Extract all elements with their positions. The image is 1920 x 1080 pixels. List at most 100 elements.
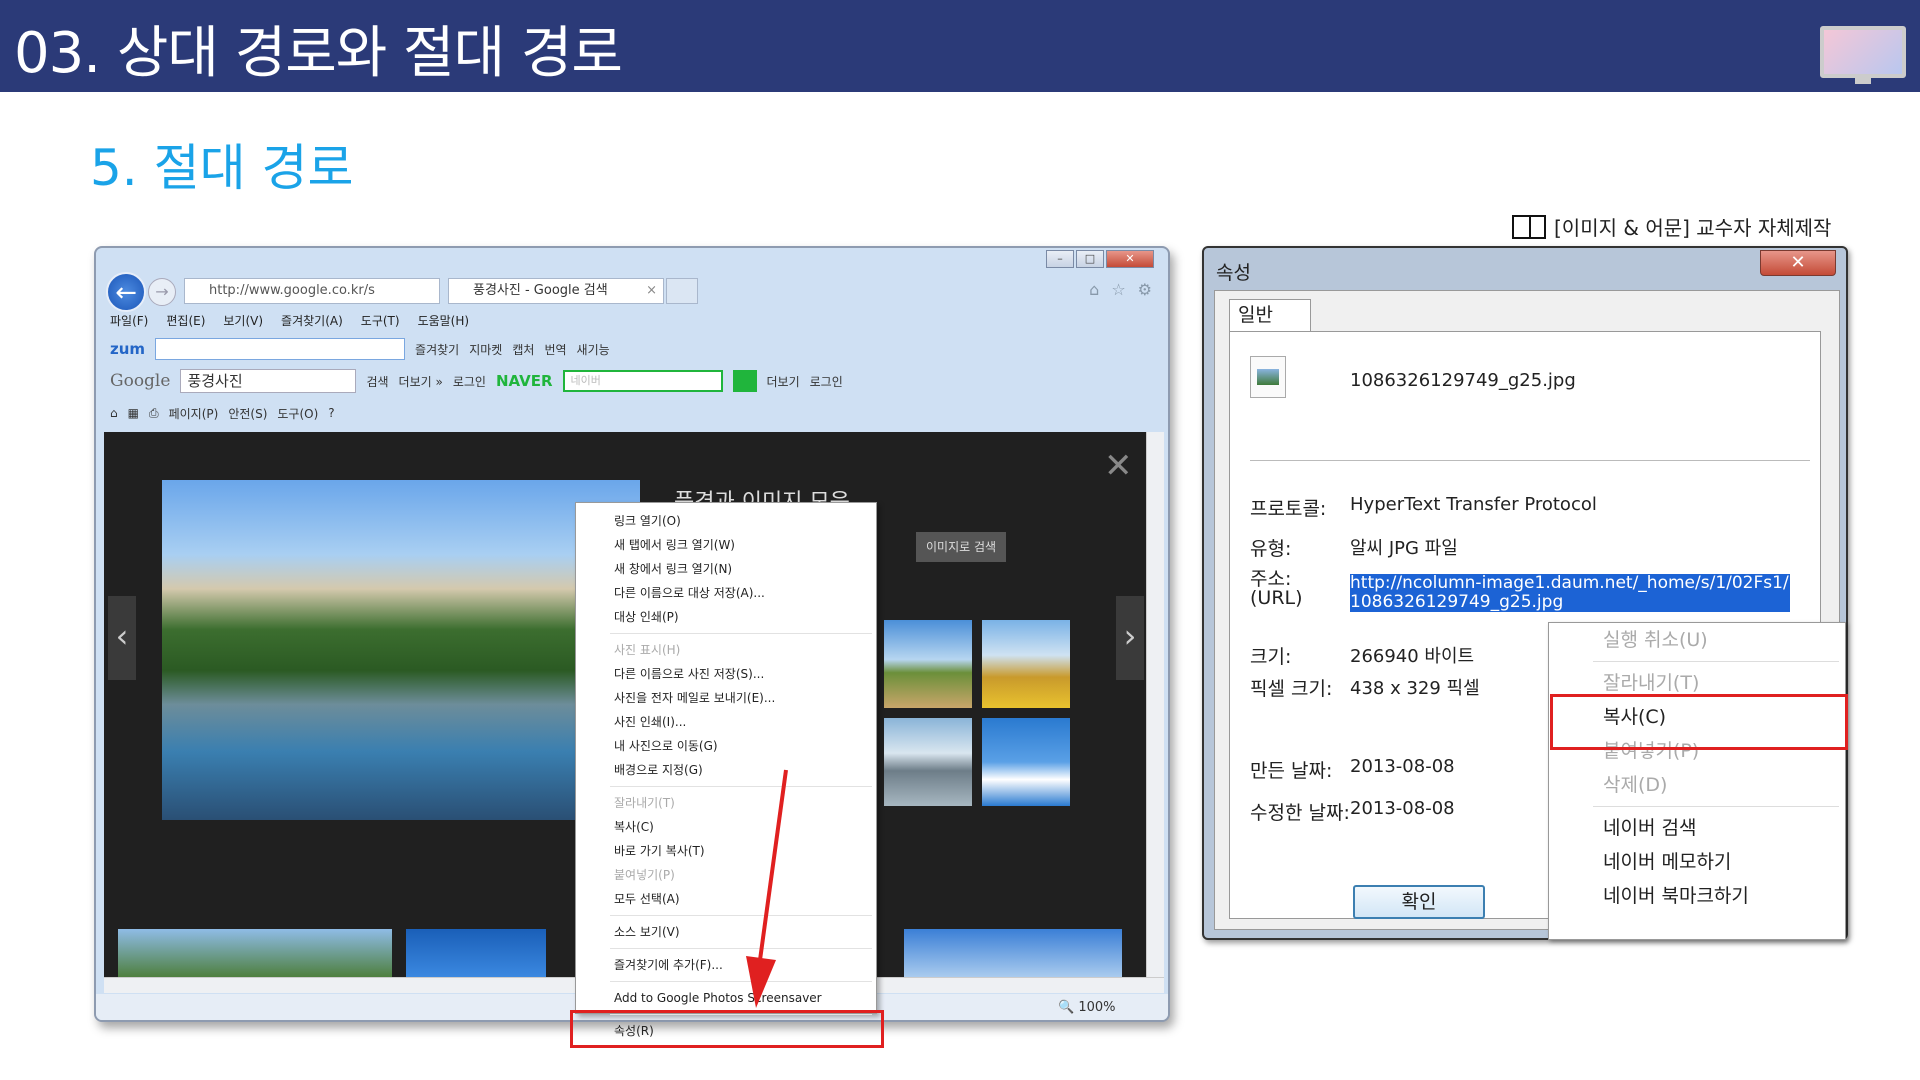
search-by-image-button[interactable]: 이미지로 검색 xyxy=(916,532,1007,562)
page-menu[interactable]: 페이지(P) xyxy=(169,405,219,422)
forward-button[interactable]: → xyxy=(148,278,176,306)
menu-separator xyxy=(1593,661,1839,662)
menu-file[interactable]: 파일(F) xyxy=(110,312,148,329)
address-bar[interactable]: http://www.google.co.kr/s xyxy=(184,278,440,304)
book-icon xyxy=(1512,214,1546,239)
google-search-input[interactable]: 풍경사진 xyxy=(180,369,357,393)
modified-value: 2013-08-08 xyxy=(1350,798,1455,819)
context-menu-item[interactable]: 대상 인쇄(P) xyxy=(576,605,876,629)
context-menu-item[interactable]: 네이버 검색 xyxy=(1549,811,1845,845)
strip-thumbnail[interactable] xyxy=(406,929,546,977)
created-label: 만든 날짜: xyxy=(1250,760,1333,782)
google-more-button[interactable]: 더보기 » xyxy=(399,373,443,390)
context-menu-item[interactable]: 다른 이름으로 사진 저장(S)... xyxy=(576,662,876,686)
context-menu-item[interactable]: 다른 이름으로 대상 저장(A)... xyxy=(576,581,876,605)
google-logo: Google xyxy=(110,371,171,391)
context-menu-item[interactable]: 새 탭에서 링크 열기(W) xyxy=(576,533,876,557)
nav-icons: ⌂ ☆ ⚙ xyxy=(1089,280,1152,299)
context-menu-item[interactable]: 링크 열기(O) xyxy=(576,509,876,533)
home-icon-2[interactable]: ⌂ xyxy=(110,406,118,420)
thumbnail[interactable] xyxy=(884,718,972,806)
zum-search-input[interactable] xyxy=(155,338,406,360)
print-icon[interactable]: ⎙ xyxy=(149,406,159,421)
menu-separator xyxy=(610,915,872,916)
maximize-icon[interactable]: □ xyxy=(1076,250,1104,268)
browser-tab[interactable]: 풍경사진 - Google 검색 × xyxy=(448,278,664,304)
zoom-level[interactable]: 🔍 100% xyxy=(1058,1000,1116,1015)
tb-capture[interactable]: 캡처 xyxy=(512,341,534,358)
type-value: 알씨 JPG 파일 xyxy=(1350,538,1458,559)
tools-menu[interactable]: 도구(O) xyxy=(277,405,318,422)
vertical-scrollbar[interactable] xyxy=(1146,432,1164,977)
tb-new-features[interactable]: 새기능 xyxy=(577,341,610,358)
strip-thumbnail[interactable] xyxy=(118,929,392,977)
context-menu-item[interactable]: Add to Google Photos Screensaver xyxy=(576,986,876,1010)
created-value: 2013-08-08 xyxy=(1350,756,1455,777)
new-tab-button[interactable] xyxy=(666,278,698,304)
context-menu-item[interactable]: 사진 인쇄(I)... xyxy=(576,710,876,734)
chevron-right-icon[interactable]: › xyxy=(1116,596,1144,680)
safety-menu[interactable]: 안전(S) xyxy=(228,405,267,422)
context-menu-item[interactable]: 사진을 전자 메일로 보내기(E)... xyxy=(576,686,876,710)
tab-label: 풍경사진 - Google 검색 xyxy=(473,283,608,298)
menu-separator xyxy=(1593,806,1839,807)
thumbnail[interactable] xyxy=(884,620,972,708)
context-menu-item[interactable]: 모두 선택(A) xyxy=(576,887,876,911)
minimize-icon[interactable]: – xyxy=(1046,250,1074,268)
context-menu-item[interactable]: 새 창에서 링크 열기(N) xyxy=(576,557,876,581)
context-menu-item[interactable]: 복사(C) xyxy=(576,815,876,839)
menu-tools[interactable]: 도구(T) xyxy=(361,312,400,329)
back-button[interactable]: ← xyxy=(106,272,146,312)
gear-icon[interactable]: ⚙ xyxy=(1138,280,1152,299)
menu-help[interactable]: 도움말(H) xyxy=(418,312,470,329)
context-menu-item: 삭제(D) xyxy=(1603,774,1668,796)
address-url[interactable]: http://ncolumn-image1.daum.net/_home/s/1… xyxy=(1350,574,1790,612)
naver-search-button[interactable] xyxy=(732,370,757,392)
menu-bar: 파일(F) 편집(E) 보기(V) 즐겨찾기(A) 도구(T) 도움말(H) xyxy=(96,308,1168,332)
google-login-button[interactable]: 로그인 xyxy=(453,373,486,390)
context-menu-item[interactable]: 소스 보기(V) xyxy=(576,920,876,944)
context-menu-item[interactable]: 바로 가기 복사(T) xyxy=(576,839,876,863)
context-menu-item[interactable]: 네이버 북마크하기 xyxy=(1549,879,1845,913)
thumbnail[interactable] xyxy=(982,718,1070,806)
close-viewer-icon[interactable]: ✕ xyxy=(1104,446,1133,486)
type-label: 유형: xyxy=(1250,538,1292,560)
tb-gmarket[interactable]: 지마켓 xyxy=(469,341,502,358)
google-search-button[interactable]: 검색 xyxy=(366,373,388,390)
browser-context-menu: 링크 열기(O) 새 탭에서 링크 열기(W) 새 창에서 링크 열기(N) 다른 이… xyxy=(575,502,877,1038)
dialog-close-icon[interactable]: ✕ xyxy=(1760,250,1836,276)
chevron-left-icon[interactable]: ‹ xyxy=(108,596,136,680)
context-menu-item[interactable]: 배경으로 지정(G) xyxy=(576,758,876,782)
ok-button[interactable]: 확인 xyxy=(1353,885,1485,919)
naver-more-button[interactable]: 더보기 xyxy=(767,373,800,390)
menu-separator xyxy=(610,981,872,982)
strip-thumbnail[interactable] xyxy=(904,929,1122,977)
star-icon[interactable]: ☆ xyxy=(1111,280,1125,299)
rss-icon[interactable]: ▦ xyxy=(128,406,139,420)
tab-general[interactable]: 일반 xyxy=(1229,299,1311,331)
context-menu-item[interactable]: 내 사진으로 이동(G) xyxy=(576,734,876,758)
context-menu-item: 붙여넣기(P) xyxy=(614,868,675,882)
url-context-menu: 실행 취소(U) 잘라내기(T) 복사(C) 붙여넣기(P) 삭제(D) 네이버 검색 네이… xyxy=(1548,622,1846,940)
tb-translate[interactable]: 번역 xyxy=(544,341,566,358)
tab-close-icon[interactable]: × xyxy=(646,279,657,303)
home-icon[interactable]: ⌂ xyxy=(1089,280,1099,299)
dims-value: 438 x 329 픽셀 xyxy=(1350,678,1480,699)
highlight-copy xyxy=(1550,694,1848,750)
context-menu-item[interactable]: 네이버 메모하기 xyxy=(1549,845,1845,879)
help-icon[interactable]: ? xyxy=(328,406,334,420)
protocol-value: HyperText Transfer Protocol xyxy=(1350,494,1597,515)
context-menu-item[interactable]: 즐겨찾기에 추가(F)... xyxy=(576,953,876,977)
thumbnail[interactable] xyxy=(982,620,1070,708)
close-icon[interactable]: ✕ xyxy=(1106,250,1154,268)
divider xyxy=(1250,460,1810,461)
naver-login-button[interactable]: 로그인 xyxy=(810,373,843,390)
tb-favorites[interactable]: 즐겨찾기 xyxy=(415,341,459,358)
menu-view[interactable]: 보기(V) xyxy=(223,312,263,329)
menu-edit[interactable]: 편집(E) xyxy=(166,312,205,329)
naver-search-input[interactable]: 네이버 xyxy=(562,370,723,392)
context-menu-item: 사진 표시(H) xyxy=(614,643,681,657)
menu-favorites[interactable]: 즐겨찾기(A) xyxy=(281,312,343,329)
landscape-photo[interactable] xyxy=(162,480,640,820)
zum-toolbar: zum 즐겨찾기 지마켓 캡처 번역 새기능 xyxy=(96,334,1168,364)
